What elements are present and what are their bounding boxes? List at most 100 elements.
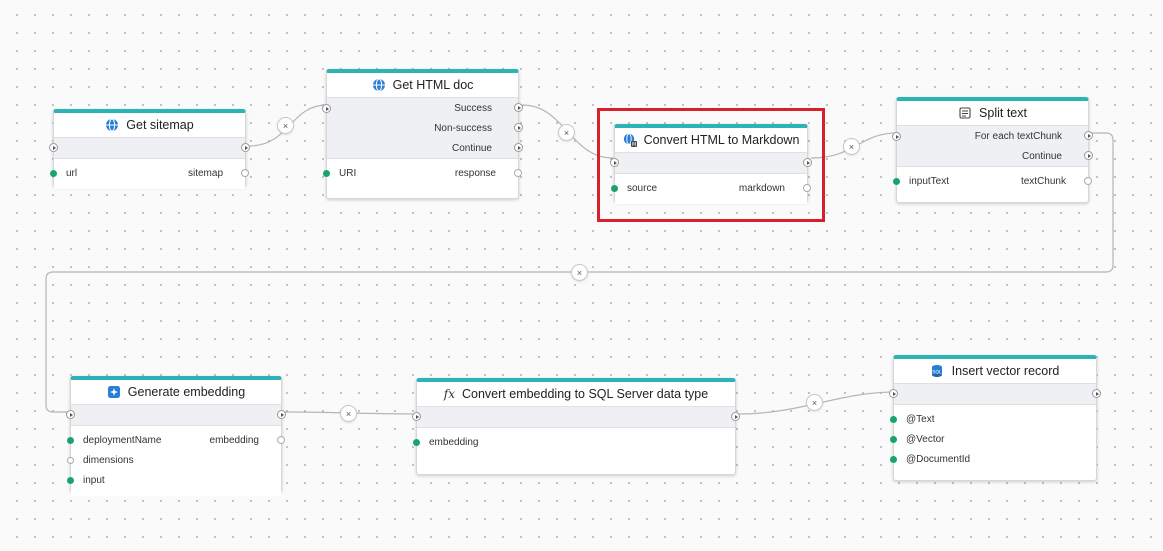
flow-row: For each textChunk Continue — [892, 126, 1093, 167]
delete-connection-button[interactable]: × — [571, 264, 588, 281]
node-title-text: Insert vector record — [951, 364, 1060, 378]
io-line: @Text — [890, 409, 1096, 429]
flow-out-port[interactable] — [514, 143, 523, 152]
output-label: sitemap — [187, 167, 223, 179]
flow-in-port[interactable] — [412, 412, 421, 421]
flow-row: Success Non-success Continue — [322, 98, 523, 159]
document-icon — [958, 106, 972, 120]
io-area: source markdown — [611, 174, 811, 204]
node-title-text: Convert embedding to SQL Server data typ… — [462, 387, 709, 401]
input-port[interactable] — [893, 177, 900, 185]
flow-out-port[interactable] — [731, 412, 740, 421]
output-port[interactable] — [241, 169, 249, 177]
node-title[interactable]: fx Convert embedding to SQL Server data … — [417, 382, 735, 407]
input-port[interactable] — [611, 184, 618, 192]
node-title[interactable]: Get HTML doc — [327, 73, 518, 98]
io-line: inputText textChunk — [893, 171, 1092, 191]
node-convert-embedding[interactable]: fx Convert embedding to SQL Server data … — [412, 378, 740, 475]
node-split-text[interactable]: Split text For each textChunk Continue i… — [892, 97, 1093, 203]
input-label: @Vector — [906, 433, 945, 445]
output-label: response — [454, 167, 496, 179]
delete-connection-button[interactable]: × — [277, 117, 294, 134]
flow-out-port[interactable] — [1084, 151, 1093, 160]
output-label: markdown — [738, 182, 785, 194]
node-insert-vector-record[interactable]: SQL Insert vector record @Text @Vector @… — [889, 355, 1101, 481]
flow-row — [889, 384, 1101, 405]
io-line: input — [67, 470, 281, 490]
flow-out-port[interactable] — [277, 410, 286, 419]
node-get-sitemap[interactable]: Get sitemap url sitemap — [49, 109, 250, 189]
flow-in-port[interactable] — [889, 389, 898, 398]
node-title[interactable]: SQL Insert vector record — [894, 359, 1096, 384]
flow-in-port[interactable] — [49, 143, 58, 152]
globe-icon — [372, 78, 386, 92]
flow-out-port[interactable] — [241, 143, 250, 152]
output-port[interactable] — [277, 436, 285, 444]
flow-row — [412, 407, 740, 428]
io-area: url sitemap — [50, 159, 249, 189]
flow-output-continue: Continue — [897, 146, 1093, 166]
node-title-text: Get HTML doc — [392, 78, 474, 92]
node-title-text: Convert HTML to Markdown — [643, 133, 800, 147]
node-title-text: Generate embedding — [127, 385, 246, 399]
flow-out-port[interactable] — [803, 158, 812, 167]
flow-in-port[interactable] — [610, 158, 619, 167]
input-label: URI — [339, 167, 357, 179]
input-label: inputText — [909, 175, 950, 187]
node-title[interactable]: Get sitemap — [54, 113, 245, 138]
node-title-text: Get sitemap — [126, 118, 194, 132]
input-port[interactable] — [890, 415, 897, 423]
flow-out-port[interactable] — [514, 103, 523, 112]
sql-database-icon: SQL — [931, 364, 945, 378]
input-port[interactable] — [67, 436, 74, 444]
flow-output-non-success: Non-success — [327, 118, 523, 138]
output-port[interactable] — [803, 184, 811, 192]
input-port[interactable] — [890, 435, 897, 443]
input-label: source — [627, 182, 658, 194]
node-title[interactable]: Generate embedding — [71, 380, 281, 405]
fx-icon: fx — [443, 387, 455, 401]
io-line: URI response — [323, 163, 522, 183]
io-area: URI response — [323, 159, 522, 189]
flow-out-port[interactable] — [1084, 131, 1093, 140]
io-area: @Text @Vector @DocumentId — [890, 405, 1096, 475]
node-title[interactable]: M Convert HTML to Markdown — [615, 128, 807, 153]
flow-out-port[interactable] — [1092, 389, 1101, 398]
input-port[interactable] — [413, 438, 420, 446]
output-port[interactable] — [514, 169, 522, 177]
input-label: url — [66, 167, 78, 179]
node-convert-html-to-markdown[interactable]: M Convert HTML to Markdown source markdo… — [610, 124, 812, 204]
ai-sparkle-icon — [107, 385, 121, 399]
input-port[interactable] — [67, 456, 74, 464]
globe-icon — [105, 118, 119, 132]
output-label: embedding — [209, 434, 259, 446]
output-port[interactable] — [1084, 177, 1092, 185]
io-area: inputText textChunk — [893, 167, 1092, 197]
input-label: input — [83, 474, 105, 486]
flow-row — [66, 405, 286, 426]
input-port[interactable] — [323, 169, 330, 177]
delete-connection-button[interactable]: × — [340, 405, 357, 422]
input-port[interactable] — [50, 169, 57, 177]
io-line: deploymentName embedding — [67, 430, 285, 450]
flow-out-port[interactable] — [514, 123, 523, 132]
flow-row — [610, 153, 812, 174]
io-line: @DocumentId — [890, 449, 1096, 469]
input-label: deploymentName — [83, 434, 162, 446]
svg-text:M: M — [631, 142, 635, 147]
io-line: url sitemap — [50, 163, 249, 183]
node-generate-embedding[interactable]: Generate embedding deploymentName embedd… — [66, 376, 286, 496]
input-label: @Text — [906, 413, 935, 425]
node-title[interactable]: Split text — [897, 101, 1088, 126]
input-port[interactable] — [67, 476, 74, 484]
convert-globe-icon: M — [623, 133, 637, 147]
io-line: embedding — [413, 432, 735, 452]
input-label: embedding — [429, 436, 479, 448]
delete-connection-button[interactable]: × — [843, 138, 860, 155]
delete-connection-button[interactable]: × — [806, 394, 823, 411]
delete-connection-button[interactable]: × — [558, 124, 575, 141]
flow-in-port[interactable] — [66, 410, 75, 419]
node-get-html-doc[interactable]: Get HTML doc Success Non-success Continu… — [322, 69, 523, 199]
flow-output-success: Success — [327, 98, 523, 118]
input-port[interactable] — [890, 455, 897, 463]
